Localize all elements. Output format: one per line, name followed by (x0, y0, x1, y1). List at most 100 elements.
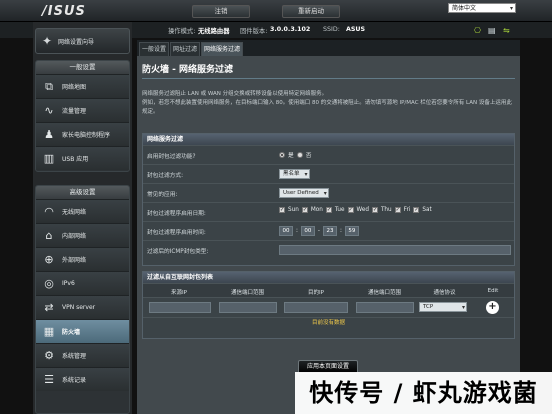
traffic-icon: ∿ (44, 104, 54, 117)
reboot-button[interactable]: 重新启动 (282, 5, 340, 18)
enable-filter-label: 启用封包过滤功能? (147, 154, 196, 160)
sidebar-item-parental[interactable]: ♟ 家长电脑控制程序 (36, 122, 129, 146)
sidebar-item-traffic[interactable]: ∿ 流量管理 (36, 98, 129, 122)
general-section: 一般设置 ⧉ 网络地图 ∿ 流量管理 ♟ 家长电脑控制程序 ▥ USB 应用 (35, 60, 130, 172)
day-tue-label: Tue (334, 207, 345, 213)
logout-button[interactable]: 注销 (192, 5, 250, 18)
rules-table-header: 来源IP 通信端口范围 目的IP 通信端口范围 通信协议 Edit (143, 283, 514, 297)
sidebar-item-log[interactable]: ☰ 系统记录 (36, 367, 129, 391)
tab-url-filter[interactable]: 网址过滤 (170, 42, 200, 56)
sidebar-item-admin[interactable]: ⚙ 系统管理 (36, 343, 129, 367)
day-fri-label: Fri (403, 207, 411, 213)
day-sun-label: Sun (288, 207, 299, 213)
icmp-row: 过滤后的ICMP封包类型: (143, 240, 514, 259)
sidebar-item-label: 网络地图 (62, 84, 87, 91)
usb-status-icon[interactable]: ⇋ (503, 26, 510, 35)
sidebar-item-usb[interactable]: ▥ USB 应用 (36, 146, 129, 170)
filter-method-select[interactable]: 黑名单 (279, 169, 310, 179)
day-mon-checkbox[interactable]: ✓ (301, 207, 308, 213)
col-dest-port-range: 通信端口范围 (367, 290, 401, 296)
ssid-value[interactable]: ASUS (346, 26, 365, 33)
start-minute-input[interactable]: 00 (300, 226, 315, 236)
day-sat-checkbox[interactable]: ✓ (413, 207, 420, 213)
rules-table-title: 过滤从自互联网封包列表 (143, 272, 514, 283)
mode-label: 操作模式: (168, 28, 196, 35)
sidebar-item-wireless[interactable]: ◠ 无线网络 (36, 199, 129, 223)
firmware-value[interactable]: 3.0.0.3.102 (270, 26, 310, 33)
printer-icon[interactable]: ▤ (488, 26, 496, 35)
icmp-input[interactable] (279, 245, 511, 255)
firmware-label: 固件版本: (240, 28, 268, 35)
content-panel: 防火墙 - 网络服务过滤 网络服务过滤阻止 LAN 或 WAN 分组交换或转移设… (137, 56, 520, 414)
sidebar-item-lan[interactable]: ⌂ 内部网络 (36, 223, 129, 247)
enable-no-radio[interactable] (296, 151, 303, 158)
description-line-1: 网络服务过滤阻止 LAN 或 WAN 分组交换或转移设备以使用特定网络服务。 (142, 91, 328, 97)
parental-icon: ♟ (44, 128, 54, 141)
rule-input-row: TCP + (143, 297, 514, 317)
sidebar-item-vpn[interactable]: ⇄ VPN server (36, 295, 129, 319)
filter-table-title: 网络服务过滤 (143, 134, 514, 145)
quick-setup-button[interactable]: ✦ 网络设置向导 (35, 28, 130, 54)
start-hour-input[interactable]: 00 (279, 226, 293, 236)
sidebar-item-wan[interactable]: ⊕ 外部网络 (36, 247, 129, 271)
source-ip-input[interactable] (149, 302, 211, 313)
sidebar-item-label: 流量管理 (62, 108, 87, 115)
col-port-range: 通信端口范围 (230, 290, 264, 296)
sidebar-item-network-map[interactable]: ⧉ 网络地图 (36, 74, 129, 98)
admin-icon: ⚙ (44, 349, 54, 362)
common-app-select[interactable]: User Defined (279, 188, 329, 198)
day-tue-checkbox[interactable]: ✓ (325, 207, 332, 213)
sidebar-item-firewall[interactable]: ▦ 防火墙 (36, 319, 129, 343)
sidebar: ✦ 网络设置向导 一般设置 ⧉ 网络地图 ∿ 流量管理 ♟ 家长电脑控制程序 ▥… (33, 22, 132, 414)
sidebar-item-ipv6[interactable]: ◎ IPv6 (36, 271, 129, 295)
page-description: 网络服务过滤阻止 LAN 或 WAN 分组交换或转移设备以使用特定网络服务。 例… (142, 90, 517, 117)
router-admin-app: /ISUS 注销 重新启动 简体中文 操作模式: 无线路由器 固件版本: 3.0… (0, 0, 552, 414)
days-checkbox-group: ✓ Sun ✓ Mon ✓ Tue ✓ Wed ✓ Thu ✓ Fri ✓ Sat (279, 207, 432, 213)
day-wed-label: Wed (356, 207, 369, 213)
sidebar-item-label: VPN server (62, 304, 96, 311)
day-wed-checkbox[interactable]: ✓ (347, 207, 354, 213)
dest-port-input[interactable] (356, 302, 414, 313)
end-hour-input[interactable]: 23 (322, 226, 337, 236)
filter-settings-table: 网络服务过滤 启用封包过滤功能? 是 否 封包过滤方式: 黑名单 常见的应用: (142, 133, 515, 266)
sidebar-item-label: 家长电脑控制程序 (62, 132, 111, 139)
sidebar-item-label: 系统记录 (62, 377, 87, 384)
day-sun-checkbox[interactable]: ✓ (279, 207, 285, 213)
add-rule-button[interactable]: + (486, 301, 499, 314)
top-bar: /ISUS 注销 重新启动 简体中文 (0, 0, 552, 22)
day-fri-checkbox[interactable]: ✓ (394, 207, 401, 213)
log-icon: ☰ (44, 373, 54, 386)
globe-icon: ⊕ (44, 253, 54, 266)
page-title: 防火墙 - 网络服务过滤 (142, 65, 234, 75)
rules-table: 过滤从自互联网封包列表 来源IP 通信端口范围 目的IP 通信端口范围 通信协议… (142, 271, 515, 339)
main-content: 一般设置 网址过滤 网络服务过滤 防火墙 - 网络服务过滤 网络服务过滤阻止 L… (137, 40, 520, 414)
day-mon-label: Mon (310, 207, 323, 213)
network-status-icon[interactable]: ⎔ (474, 26, 481, 35)
day-thu-label: Thu (380, 207, 392, 213)
days-label: 封包过滤程序启用日期: (147, 211, 206, 217)
col-source-ip: 来源IP (171, 290, 187, 296)
sidebar-item-label: IPv6 (62, 280, 75, 287)
dest-ip-input[interactable] (284, 302, 348, 313)
tab-service-filter[interactable]: 网络服务过滤 (201, 42, 243, 56)
protocol-select[interactable]: TCP (419, 302, 467, 312)
icmp-label: 过滤后的ICMP封包类型: (147, 249, 209, 255)
end-minute-input[interactable]: 59 (344, 226, 359, 236)
col-dest-ip: 目的IP (308, 290, 324, 296)
language-select[interactable]: 简体中文 (448, 3, 516, 14)
asus-logo: /ISUS (42, 4, 86, 19)
day-thu-checkbox[interactable]: ✓ (371, 207, 378, 213)
source-port-input[interactable] (219, 302, 277, 313)
watermark: 快传号 / 虾丸游戏菌 (295, 372, 552, 414)
sidebar-item-label: 无线网络 (62, 209, 87, 216)
network-map-icon: ⧉ (45, 79, 53, 93)
mode-value[interactable]: 无线路由器 (198, 26, 229, 35)
common-app-label: 常见的应用: (147, 192, 178, 198)
advanced-section-title: 高级设置 (36, 186, 129, 199)
description-line-2: 例如，若您不想此装置使用网络服务，在目标端口输入 80。使用端口 80 的交通将… (142, 100, 512, 115)
sidebar-item-label: 防火墙 (62, 329, 81, 336)
time-row: 封包过滤程序启用时间: 00: 00 - 23: 59 (143, 221, 514, 240)
filter-method-row: 封包过滤方式: 黑名单 (143, 164, 514, 183)
tab-general[interactable]: 一般设置 (139, 42, 169, 56)
enable-yes-radio[interactable] (279, 151, 285, 158)
